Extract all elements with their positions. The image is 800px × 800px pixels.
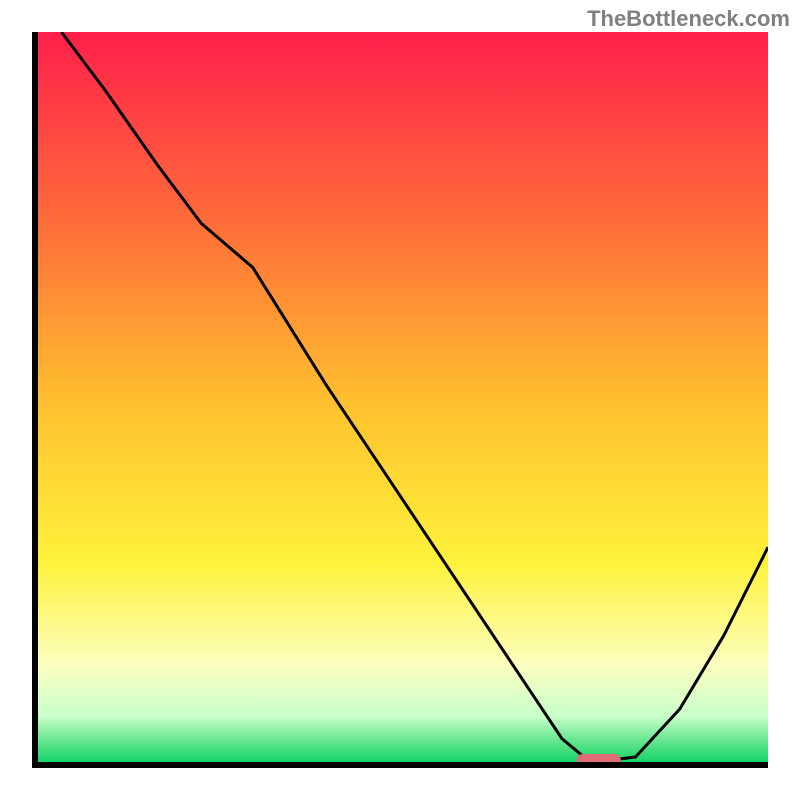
chart-container: TheBottleneck.com (0, 0, 800, 800)
watermark-label: TheBottleneck.com (587, 6, 790, 32)
axes-frame (32, 32, 768, 768)
